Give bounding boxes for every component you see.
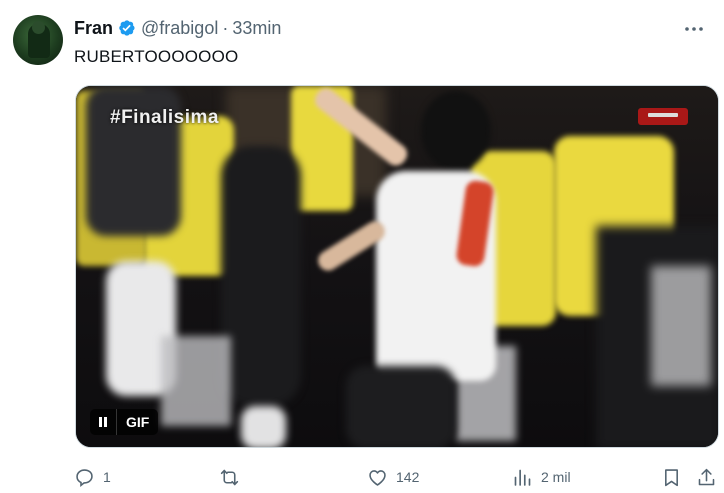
gif-frame: [76, 86, 718, 447]
tweet-timestamp[interactable]: 33min: [232, 18, 281, 39]
action-bar: 1 142 2 mil: [74, 465, 717, 489]
views-count: 2 mil: [541, 469, 571, 485]
bookmark-button[interactable]: [661, 465, 682, 489]
tweet-text: RUBERTOOOOOOO: [74, 47, 239, 66]
share-button[interactable]: [696, 465, 717, 489]
share-icon: [698, 468, 715, 485]
more-options-icon[interactable]: [682, 17, 706, 41]
retweet-icon: [220, 469, 239, 485]
views-button[interactable]: 2 mil: [512, 465, 571, 489]
like-count: 142: [396, 469, 420, 485]
broadcast-hashtag: #Finalisima: [110, 107, 219, 128]
gif-badge: GIF: [126, 414, 150, 430]
retweet-button[interactable]: [219, 465, 248, 489]
bookmark-icon: [665, 468, 678, 486]
avatar[interactable]: [13, 15, 63, 65]
author-handle[interactable]: @frabigol: [141, 18, 218, 39]
tweet-card[interactable]: Fran @frabigol · 33min RUBERTOOOOOOO #Fi…: [0, 0, 724, 493]
reply-button[interactable]: 1: [74, 465, 111, 489]
separator-dot: ·: [222, 17, 229, 38]
avatar-head: [32, 21, 45, 34]
reply-count: 1: [103, 469, 111, 485]
pause-icon[interactable]: [90, 409, 117, 435]
like-button[interactable]: 142: [367, 465, 419, 489]
gif-media[interactable]: #Finalisima GIF: [75, 85, 719, 448]
tweet-header: Fran @frabigol · 33min: [74, 17, 281, 39]
reply-icon: [76, 468, 93, 487]
broadcaster-logo: [638, 108, 688, 125]
verified-badge-icon: [116, 18, 136, 38]
gif-controls: GIF: [90, 409, 159, 435]
views-chart-icon: [514, 469, 531, 486]
heart-icon: [369, 469, 386, 486]
author-name[interactable]: Fran: [74, 18, 113, 39]
